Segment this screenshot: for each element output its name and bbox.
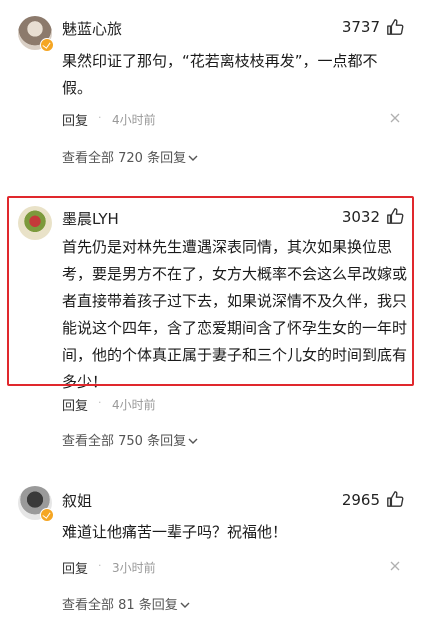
separator-dot: ·	[98, 396, 102, 409]
username[interactable]: 叙姐	[62, 490, 92, 511]
view-all-replies-label: 查看全部 81 条回复	[62, 598, 178, 613]
view-all-replies-label: 查看全部 720 条回复	[62, 151, 187, 166]
thumbs-up-icon[interactable]	[386, 207, 404, 225]
view-all-replies-link[interactable]: 查看全部 81 条回复	[62, 594, 190, 613]
timestamp: 3小时前	[112, 561, 156, 575]
view-all-replies-link[interactable]: 查看全部 720 条回复	[62, 147, 198, 166]
verified-badge-icon	[40, 508, 54, 522]
comment-text: 果然印证了那句，“花若离枝枝再发”，一点都不假。	[62, 52, 378, 97]
reply-button[interactable]: 回复	[62, 395, 88, 414]
comment-text: 难道让他痛苦一辈子吗？祝福他！	[62, 523, 288, 541]
chevron-down-icon	[188, 155, 198, 161]
view-all-replies-label: 查看全部 750 条回复	[62, 434, 187, 449]
username[interactable]: 墨晨LYH	[62, 208, 119, 229]
timestamp: 4小时前	[112, 398, 156, 412]
close-icon[interactable]	[390, 561, 400, 571]
separator-dot: ·	[98, 559, 102, 572]
separator-dot: ·	[98, 111, 102, 124]
like-count: 3032	[341, 208, 380, 226]
verified-badge-icon	[40, 38, 54, 52]
view-all-replies-link[interactable]: 查看全部 750 条回复	[62, 430, 198, 449]
chevron-down-icon	[188, 438, 198, 444]
chevron-down-icon	[180, 602, 190, 608]
reply-button[interactable]: 回复	[62, 558, 88, 577]
comment-text: 首先仍是对林先生遭遇深表同情，其次如果换位思考，要是男方不在了，女方大概率不会这…	[62, 238, 408, 391]
thumbs-up-icon[interactable]	[386, 490, 404, 508]
like-count: 3737	[341, 18, 380, 36]
like-count: 2965	[341, 491, 380, 509]
thumbs-up-icon[interactable]	[386, 18, 404, 36]
reply-button[interactable]: 回复	[62, 110, 88, 129]
avatar[interactable]	[18, 206, 52, 240]
timestamp: 4小时前	[112, 113, 156, 127]
close-icon[interactable]	[390, 113, 400, 123]
username[interactable]: 魅蓝心旅	[62, 18, 122, 39]
